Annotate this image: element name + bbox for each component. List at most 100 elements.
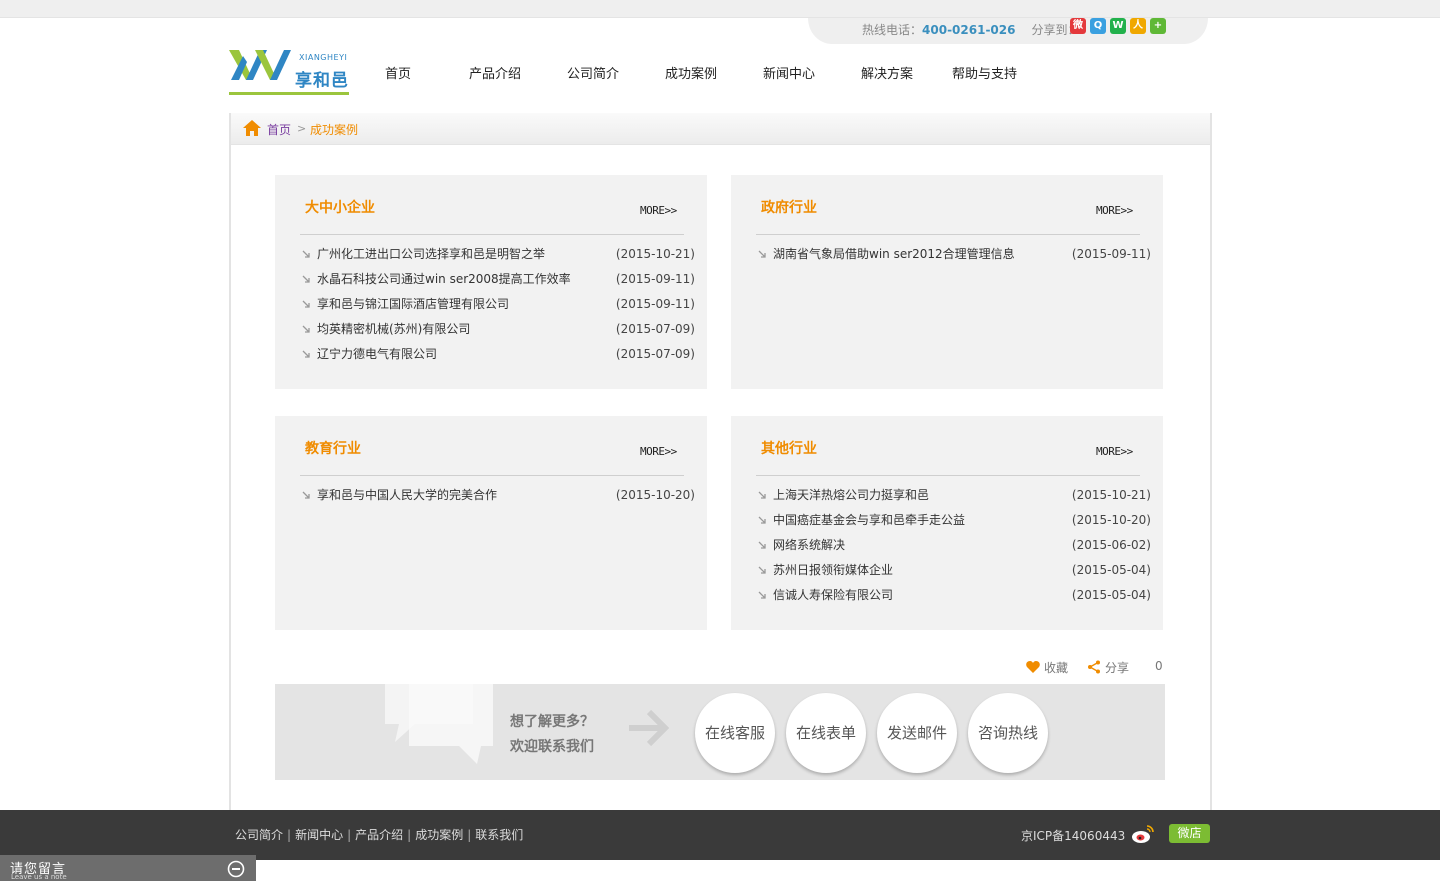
nav-products[interactable]: 产品介绍 <box>469 63 521 82</box>
nav-news[interactable]: 新闻中心 <box>763 63 815 82</box>
footer-separator: | <box>347 828 352 842</box>
panel-other: 其他行业 MORE>> 上海天洋热熔公司力挺享和邑 (2015-10-21) 中国… <box>731 416 1163 630</box>
list-item[interactable]: 湖南省气象局借助win ser2012合理管理信息 (2015-09-11) <box>756 243 1151 268</box>
list-item[interactable]: 享和邑与中国人民大学的完美合作 (2015-10-20) <box>300 484 695 509</box>
item-title[interactable]: 苏州日报领衔媒体企业 <box>773 559 893 581</box>
item-title[interactable]: 均英精密机械(苏州)有限公司 <box>317 318 470 340</box>
list-item[interactable]: 辽宁力德电气有限公司 (2015-07-09) <box>300 343 695 368</box>
send-email-button[interactable]: 发送邮件 <box>877 693 957 773</box>
breadcrumb-current: 成功案例 <box>310 123 359 137</box>
breadcrumb-separator: > <box>297 122 307 135</box>
panel-title[interactable]: 大中小企业 <box>305 197 375 217</box>
breadcrumb-home[interactable]: 首页 <box>267 121 291 138</box>
online-service-button[interactable]: 在线客服 <box>695 693 775 773</box>
panel-title[interactable]: 政府行业 <box>761 197 817 217</box>
contact-line-1: 想了解更多？ <box>510 714 594 730</box>
footer-link-products[interactable]: 产品介绍 <box>355 828 403 842</box>
nav-home[interactable]: 首页 <box>385 63 411 82</box>
item-title[interactable]: 享和邑与中国人民大学的完美合作 <box>317 484 497 506</box>
panel-title[interactable]: 教育行业 <box>305 438 361 458</box>
weibo-icon[interactable]: 微 <box>1070 18 1086 34</box>
online-form-button[interactable]: 在线表单 <box>786 693 866 773</box>
nav-solutions[interactable]: 解决方案 <box>861 63 913 82</box>
case-list: 享和邑与中国人民大学的完美合作 (2015-10-20) <box>300 484 695 509</box>
favorite-label: 收藏 <box>1044 661 1069 675</box>
footer-links: 公司简介 | 新闻中心 | 产品介绍 | 成功案例 | 联系我们 <box>235 826 523 843</box>
list-item[interactable]: 均英精密机械(苏州)有限公司 (2015-07-09) <box>300 318 695 343</box>
panel-title[interactable]: 其他行业 <box>761 438 817 458</box>
nav-company[interactable]: 公司简介 <box>567 63 619 82</box>
arrow-icon <box>302 491 310 499</box>
divider <box>300 475 684 476</box>
leave-note-bar[interactable]: 请您留言 Leave us a note <box>0 855 256 881</box>
arrow-icon <box>758 591 766 599</box>
list-item[interactable]: 水晶石科技公司通过win ser2008提高工作效率 (2015-09-11) <box>300 268 695 293</box>
item-title[interactable]: 湖南省气象局借助win ser2012合理管理信息 <box>773 243 1015 265</box>
panel-government: 政府行业 MORE>> 湖南省气象局借助win ser2012合理管理信息 (20… <box>731 175 1163 389</box>
logo-mark-icon <box>229 50 291 80</box>
icp-number[interactable]: 京ICP备14060443 <box>1021 827 1125 844</box>
footer-link-cases[interactable]: 成功案例 <box>415 828 463 842</box>
item-title[interactable]: 广州化工进出口公司选择享和邑是明智之举 <box>317 243 545 265</box>
hotline-info: 热线电话：400-0261-026 分享到： <box>862 21 1080 38</box>
item-date: (2015-05-04) <box>1071 563 1151 577</box>
list-item[interactable]: 中国癌症基金会与享和邑牵手走公益 (2015-10-20) <box>756 509 1151 534</box>
heart-icon <box>1026 661 1040 673</box>
arrow-icon <box>302 325 310 333</box>
item-title[interactable]: 辽宁力德电气有限公司 <box>317 343 437 365</box>
list-item[interactable]: 广州化工进出口公司选择享和邑是明智之举 (2015-10-21) <box>300 243 695 268</box>
hotline-button[interactable]: 咨询热线 <box>968 693 1048 773</box>
logo[interactable]: XIANGHEYI 享和邑 <box>229 44 351 96</box>
arrow-icon <box>758 566 766 574</box>
item-title[interactable]: 水晶石科技公司通过win ser2008提高工作效率 <box>317 268 571 290</box>
case-list: 湖南省气象局借助win ser2012合理管理信息 (2015-09-11) <box>756 243 1151 268</box>
more-link[interactable]: MORE>> <box>1096 204 1133 217</box>
logo-chinese: 享和邑 <box>295 71 349 91</box>
item-title[interactable]: 网络系统解决 <box>773 534 845 556</box>
qq-weibo-icon[interactable]: Q <box>1090 18 1106 34</box>
logo-english: XIANGHEYI <box>299 53 348 62</box>
arrow-icon <box>758 250 766 258</box>
weidian-button[interactable]: 微店 <box>1169 824 1210 843</box>
list-item[interactable]: 上海天洋热熔公司力挺享和邑 (2015-10-21) <box>756 484 1151 509</box>
share-button[interactable]: 分享 <box>1087 659 1129 675</box>
top-bar <box>0 0 1440 18</box>
nav-cases[interactable]: 成功案例 <box>665 63 717 82</box>
case-list: 上海天洋热熔公司力挺享和邑 (2015-10-21) 中国癌症基金会与享和邑牵手走… <box>756 484 1151 609</box>
more-share-icon[interactable]: + <box>1150 18 1166 34</box>
list-item[interactable]: 苏州日报领衔媒体企业 (2015-05-04) <box>756 559 1151 584</box>
more-link[interactable]: MORE>> <box>640 204 677 217</box>
arrow-icon <box>758 516 766 524</box>
chat-bubble-icon <box>385 684 493 764</box>
item-date: (2015-10-21) <box>615 247 695 261</box>
panel-enterprise: 大中小企业 MORE>> 广州化工进出口公司选择享和邑是明智之举 (2015-10… <box>275 175 707 389</box>
list-item[interactable]: 信诚人寿保险有限公司 (2015-05-04) <box>756 584 1151 609</box>
weibo-icon[interactable] <box>1131 824 1155 844</box>
item-title[interactable]: 信诚人寿保险有限公司 <box>773 584 893 606</box>
hotline-number: 400-0261-026 <box>922 23 1016 37</box>
list-item[interactable]: 网络系统解决 (2015-06-02) <box>756 534 1151 559</box>
more-link[interactable]: MORE>> <box>640 445 677 458</box>
contact-line-2: 欢迎联系我们 <box>510 739 594 755</box>
renren-icon[interactable]: 人 <box>1130 18 1146 34</box>
item-date: (2015-09-11) <box>615 297 695 311</box>
item-title[interactable]: 中国癌症基金会与享和邑牵手走公益 <box>773 509 965 531</box>
list-item[interactable]: 享和邑与锦江国际酒店管理有限公司 (2015-09-11) <box>300 293 695 318</box>
arrow-icon <box>302 250 310 258</box>
minimize-icon[interactable] <box>227 860 245 878</box>
item-title[interactable]: 上海天洋热熔公司力挺享和邑 <box>773 484 929 506</box>
item-date: (2015-10-21) <box>1071 488 1151 502</box>
item-date: (2015-10-20) <box>1071 513 1151 527</box>
content-container: 首页 > 成功案例 大中小企业 MORE>> 广州化工进出口公司选择享和邑是明智… <box>229 113 1212 810</box>
share-label: 分享 <box>1105 661 1130 675</box>
wechat-icon[interactable]: W <box>1110 18 1126 34</box>
footer-link-company[interactable]: 公司简介 <box>235 828 283 842</box>
share-icon <box>1088 660 1100 674</box>
footer-link-contact[interactable]: 联系我们 <box>475 828 523 842</box>
favorite-button[interactable]: 收藏 <box>1026 659 1068 675</box>
hotline-tab: 热线电话：400-0261-026 分享到： 微 Q W 人 + <box>808 18 1208 44</box>
nav-help[interactable]: 帮助与支持 <box>952 63 1017 82</box>
footer-link-news[interactable]: 新闻中心 <box>295 828 343 842</box>
item-title[interactable]: 享和邑与锦江国际酒店管理有限公司 <box>317 293 509 315</box>
more-link[interactable]: MORE>> <box>1096 445 1133 458</box>
